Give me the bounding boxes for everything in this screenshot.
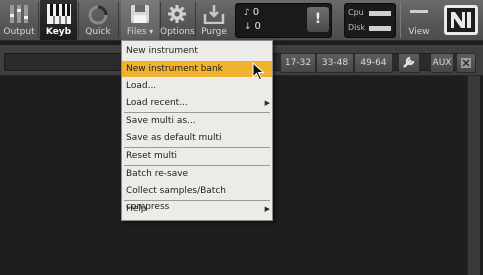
menu-item-new-instrument-bank[interactable]: New instrument bank (122, 61, 272, 77)
files-button[interactable]: Files (121, 0, 159, 40)
close-rack-button[interactable] (456, 53, 476, 73)
save-disk-icon (131, 5, 149, 23)
menu-item-save-default-multi[interactable]: Save as default multi (122, 130, 272, 146)
submenu-arrow-icon: ▶ (264, 99, 270, 107)
menu-item-save-multi-as[interactable]: Save multi as... (122, 113, 272, 129)
output-button[interactable]: Output (0, 0, 38, 40)
menu-item-help[interactable]: Help ▶ (122, 201, 272, 217)
menu-item-reset-multi[interactable]: Reset multi (122, 148, 272, 164)
midi-in-icon: ♪ (244, 8, 250, 18)
output-meters-icon (10, 5, 28, 23)
options-button[interactable]: Options (160, 0, 195, 40)
quick-load-label: Quick (85, 27, 111, 37)
menu-item-new-instrument[interactable]: New instrument (122, 43, 272, 59)
wrench-icon (403, 56, 415, 68)
cpu-label: Cpu (348, 8, 364, 17)
disk-label: Disk (348, 23, 366, 32)
main-toolbar: Output Keyb Quick Files ▾ Options Purge … (0, 0, 483, 41)
disk-meter (369, 26, 391, 31)
midi-in-readout: ♪ 0 (244, 7, 260, 18)
menu-item-batch-re-save[interactable]: Batch re-save (122, 166, 272, 182)
output-label: Output (3, 27, 35, 37)
keyboard-label: Keyb (45, 27, 72, 37)
quick-load-icon (88, 5, 108, 25)
native-instruments-logo[interactable] (444, 5, 478, 35)
purge-button[interactable]: Purge (197, 0, 231, 40)
mouse-cursor-icon (252, 62, 265, 81)
midi-out-icon: ↓ (244, 22, 252, 32)
rack-edit-button[interactable] (398, 53, 420, 73)
files-label: Files (121, 27, 159, 37)
keyboard-button[interactable]: Keyb (40, 0, 77, 40)
view-label: View (408, 27, 430, 37)
quick-load-button[interactable]: Quick (79, 0, 117, 40)
purge-icon (203, 5, 225, 24)
view-icon (410, 10, 428, 13)
gear-icon (167, 5, 186, 23)
close-icon (461, 58, 471, 68)
rack-page-33-48[interactable]: 33-48 (316, 53, 354, 73)
alert-button[interactable]: ! (307, 7, 329, 32)
menu-item-load[interactable]: Load... (122, 78, 272, 94)
options-label: Options (160, 27, 195, 37)
menu-item-collect-samples[interactable]: Collect samples/Batch compress (122, 183, 272, 212)
files-menu: New instrument New instrument bank Load.… (121, 40, 273, 221)
rack-page-49-64[interactable]: 49-64 (354, 53, 393, 73)
submenu-arrow-icon: ▶ (264, 205, 270, 213)
midi-out-readout: ↓ 0 (244, 21, 261, 32)
rack-scrollbar[interactable] (467, 76, 480, 275)
cpu-meter (369, 11, 391, 16)
view-button[interactable]: View (402, 0, 436, 40)
keyboard-icon (46, 4, 71, 24)
aux-button[interactable]: AUX (430, 53, 454, 73)
rack-page-17-32[interactable]: 17-32 (280, 53, 316, 73)
menu-item-load-recent[interactable]: Load recent... ▶ (122, 95, 272, 111)
purge-label: Purge (201, 27, 227, 37)
cpu-disk-panel: Cpu Disk (344, 3, 396, 38)
